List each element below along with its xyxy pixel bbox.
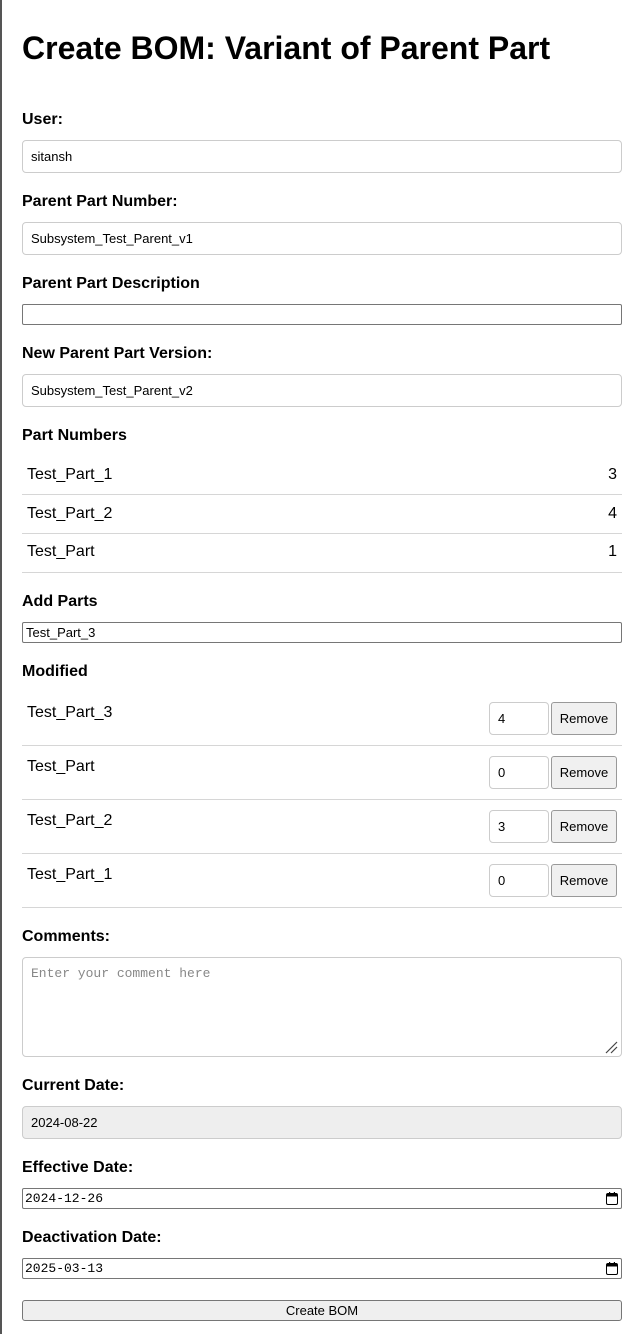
part-name: Test_Part <box>27 543 95 560</box>
deactivation-date-value: 2025-03-13 <box>25 1261 104 1276</box>
parent-part-description-label: Parent Part Description <box>22 275 200 292</box>
deactivation-date-input[interactable]: 2025-03-13 <box>22 1258 622 1279</box>
add-parts-input[interactable] <box>22 622 622 643</box>
list-item: Test_Part_1 3 <box>22 456 622 495</box>
quantity-input[interactable] <box>489 756 549 789</box>
part-name: Test_Part_1 <box>27 866 113 883</box>
parent-part-number-input[interactable] <box>22 222 622 255</box>
calendar-icon[interactable] <box>606 1192 618 1205</box>
part-qty: 3 <box>608 466 617 483</box>
part-name: Test_Part <box>27 758 95 775</box>
modified-label: Modified <box>22 663 88 680</box>
new-parent-version-input[interactable] <box>22 374 622 407</box>
part-qty: 1 <box>608 543 617 560</box>
list-item: Test_Part_2 4 <box>22 495 622 534</box>
parent-part-number-label: Parent Part Number: <box>22 193 178 210</box>
part-qty: 4 <box>608 505 617 522</box>
deactivation-date-label: Deactivation Date: <box>22 1229 162 1246</box>
list-item: Test_Part 1 <box>22 534 622 573</box>
effective-date-input[interactable]: 2024-12-26 <box>22 1188 622 1209</box>
list-item: Test_Part_1 Remove <box>22 854 622 908</box>
comments-textarea[interactable] <box>22 957 622 1057</box>
comments-label: Comments: <box>22 928 111 945</box>
quantity-input[interactable] <box>489 864 549 897</box>
parent-part-description-input[interactable] <box>22 304 622 325</box>
current-date-label: Current Date: <box>22 1077 125 1094</box>
list-item: Test_Part_2 Remove <box>22 800 622 854</box>
part-name: Test_Part_2 <box>27 812 113 829</box>
current-date-input <box>22 1106 622 1139</box>
remove-button[interactable]: Remove <box>551 756 617 789</box>
part-name: Test_Part_1 <box>27 466 113 483</box>
user-label: User: <box>22 111 63 128</box>
part-name: Test_Part_2 <box>27 505 113 522</box>
page-title: Create BOM: Variant of Parent Part <box>22 30 551 66</box>
part-name: Test_Part_3 <box>27 704 113 721</box>
effective-date-label: Effective Date: <box>22 1159 134 1176</box>
quantity-input[interactable] <box>489 702 549 735</box>
quantity-input[interactable] <box>489 810 549 843</box>
effective-date-value: 2024-12-26 <box>25 1191 104 1206</box>
user-input[interactable] <box>22 140 622 173</box>
list-item: Test_Part_3 Remove <box>22 692 622 746</box>
remove-button[interactable]: Remove <box>551 810 617 843</box>
add-parts-label: Add Parts <box>22 593 98 610</box>
list-item: Test_Part Remove <box>22 746 622 800</box>
create-bom-button[interactable]: Create BOM <box>22 1300 622 1321</box>
resize-grip-icon[interactable] <box>604 1040 618 1054</box>
calendar-icon[interactable] <box>606 1262 618 1275</box>
window-left-border <box>0 0 2 1334</box>
remove-button[interactable]: Remove <box>551 702 617 735</box>
new-parent-version-label: New Parent Part Version: <box>22 345 213 362</box>
part-numbers-label: Part Numbers <box>22 427 127 444</box>
remove-button[interactable]: Remove <box>551 864 617 897</box>
